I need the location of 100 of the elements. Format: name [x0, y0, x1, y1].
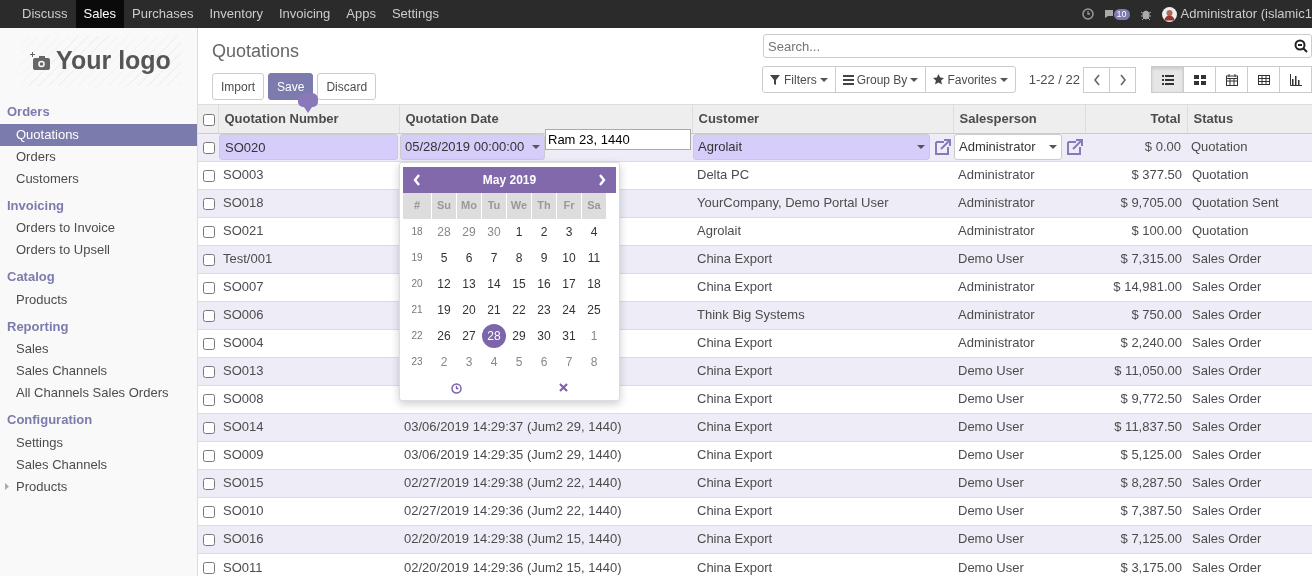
dropdown-button[interactable]: Group By [834, 66, 927, 93]
bug-icon[interactable] [1139, 8, 1152, 20]
sidebar-item[interactable]: Sales Channels [0, 360, 197, 382]
search-icon[interactable] [1294, 39, 1308, 53]
menu-tab[interactable]: Inventory [201, 0, 271, 28]
sidebar-item[interactable]: Orders to Invoice [0, 217, 197, 239]
month-title[interactable]: May 2019 [482, 170, 537, 189]
calendar-day[interactable]: 10 [557, 244, 581, 271]
calendar-day[interactable]: 25 [582, 296, 606, 323]
calendar-day[interactable]: 1 [507, 218, 531, 245]
calendar-day[interactable]: 29 [457, 218, 481, 245]
calendar-day[interactable]: 3 [457, 348, 481, 375]
next-month-icon[interactable] [598, 173, 606, 186]
calendar-day[interactable]: 16 [532, 270, 556, 297]
row-checkbox[interactable] [203, 281, 215, 294]
calendar-day[interactable]: 23 [532, 296, 556, 323]
tour-tip-icon[interactable] [298, 93, 318, 113]
column-header[interactable]: Customer [692, 105, 953, 133]
calendar-day[interactable]: 19 [432, 296, 456, 323]
salesperson-select[interactable]: Administrator [954, 134, 1062, 160]
calendar-day[interactable]: 18 [582, 270, 606, 297]
calendar-day[interactable]: 6 [457, 244, 481, 271]
view-switch-button[interactable] [1183, 66, 1216, 93]
dropdown-button[interactable]: Favorites [925, 66, 1016, 93]
hijri-date-field[interactable]: Ram 23, 1440 [545, 129, 691, 150]
column-header[interactable]: Quotation Number [218, 105, 399, 133]
calendar-day[interactable]: 29 [507, 322, 531, 349]
menu-tab[interactable]: Apps [338, 0, 384, 28]
calendar-day[interactable]: 22 [507, 296, 531, 323]
row-checkbox[interactable] [203, 421, 215, 434]
customer-select[interactable]: Agrolait [693, 134, 930, 160]
calendar-day[interactable]: 5 [507, 348, 531, 375]
calendar-day[interactable]: 28 [432, 218, 456, 245]
calendar-day[interactable]: 12 [432, 270, 456, 297]
row-checkbox[interactable] [203, 562, 215, 575]
dropdown-button[interactable]: Filters [762, 66, 836, 93]
menu-tab[interactable]: Purchases [124, 0, 202, 28]
calendar-day[interactable]: 30 [532, 322, 556, 349]
row-checkbox[interactable] [203, 141, 215, 154]
calendar-day[interactable]: 21 [482, 296, 506, 323]
sidebar-item[interactable]: Orders to Upsell [0, 239, 197, 261]
menu-tab[interactable]: Discuss [14, 0, 76, 28]
column-header[interactable]: Status [1187, 105, 1312, 133]
row-checkbox[interactable] [203, 169, 215, 182]
row-checkbox[interactable] [203, 197, 215, 210]
sidebar-item[interactable]: All Channels Sales Orders [0, 382, 197, 404]
action-button[interactable]: Save [268, 73, 314, 100]
sidebar-item[interactable]: Products [0, 288, 197, 311]
calendar-day[interactable]: 7 [557, 348, 581, 375]
sidebar-item[interactable]: Settings [0, 431, 197, 454]
sidebar-item[interactable]: Quotations [0, 123, 197, 146]
calendar-day[interactable]: 8 [507, 244, 531, 271]
menu-tab[interactable]: Invoicing [270, 0, 339, 28]
column-header[interactable]: Salesperson [953, 105, 1085, 133]
close-icon[interactable] [558, 382, 568, 392]
external-link-icon[interactable] [1066, 138, 1084, 156]
calendar-day[interactable]: 4 [582, 218, 606, 245]
calendar-day[interactable]: 24 [557, 296, 581, 323]
calendar-day[interactable]: 7 [482, 244, 506, 271]
calendar-day[interactable]: 13 [457, 270, 481, 297]
row-checkbox[interactable] [203, 477, 215, 490]
calendar-day[interactable]: 28 [482, 323, 506, 348]
row-checkbox[interactable] [203, 309, 215, 322]
calendar-day[interactable]: 6 [532, 348, 556, 375]
calendar-day[interactable]: 4 [482, 348, 506, 375]
column-header[interactable]: Quotation Date [399, 105, 692, 133]
sidebar-item[interactable]: Sales Channels [0, 453, 197, 476]
row-checkbox[interactable] [203, 365, 215, 378]
previous-page-button[interactable] [1083, 66, 1110, 93]
next-page-button[interactable] [1109, 66, 1136, 93]
sidebar-item[interactable]: Customers [0, 167, 197, 190]
calendar-day[interactable]: 31 [557, 322, 581, 349]
sidebar-item[interactable]: Orders [0, 145, 197, 168]
date-field[interactable]: 05/28/2019 00:00:00 [400, 134, 545, 160]
calendar-day[interactable]: 26 [432, 322, 456, 349]
external-link-icon[interactable] [934, 138, 952, 156]
calendar-day[interactable]: 14 [482, 270, 506, 297]
sidebar-item[interactable]: Products [0, 475, 197, 498]
action-button[interactable]: Discard [317, 73, 377, 100]
row-checkbox[interactable] [203, 225, 215, 238]
clock-icon[interactable] [451, 382, 463, 394]
calendar-day[interactable]: 20 [457, 296, 481, 323]
order-number-field[interactable]: SO020 [219, 134, 398, 160]
calendar-day[interactable]: 17 [557, 270, 581, 297]
calendar-day[interactable]: 8 [582, 348, 606, 375]
calendar-day[interactable]: 30 [482, 218, 506, 245]
previous-month-icon[interactable] [413, 173, 421, 186]
view-switch-button[interactable] [1151, 66, 1184, 93]
calendar-day[interactable]: 3 [557, 218, 581, 245]
menu-tab[interactable]: Sales [75, 0, 125, 28]
menu-tab[interactable]: Settings [383, 0, 447, 28]
view-switch-button[interactable] [1247, 66, 1280, 93]
calendar-day[interactable]: 9 [532, 244, 556, 271]
chat-icon[interactable] [1103, 9, 1114, 19]
calendar-day[interactable]: 2 [432, 348, 456, 375]
column-header[interactable]: Total [1085, 105, 1187, 133]
select-all-checkbox[interactable] [203, 113, 215, 126]
row-checkbox[interactable] [203, 505, 215, 518]
row-checkbox[interactable] [203, 337, 215, 350]
calendar-day[interactable]: 2 [532, 218, 556, 245]
